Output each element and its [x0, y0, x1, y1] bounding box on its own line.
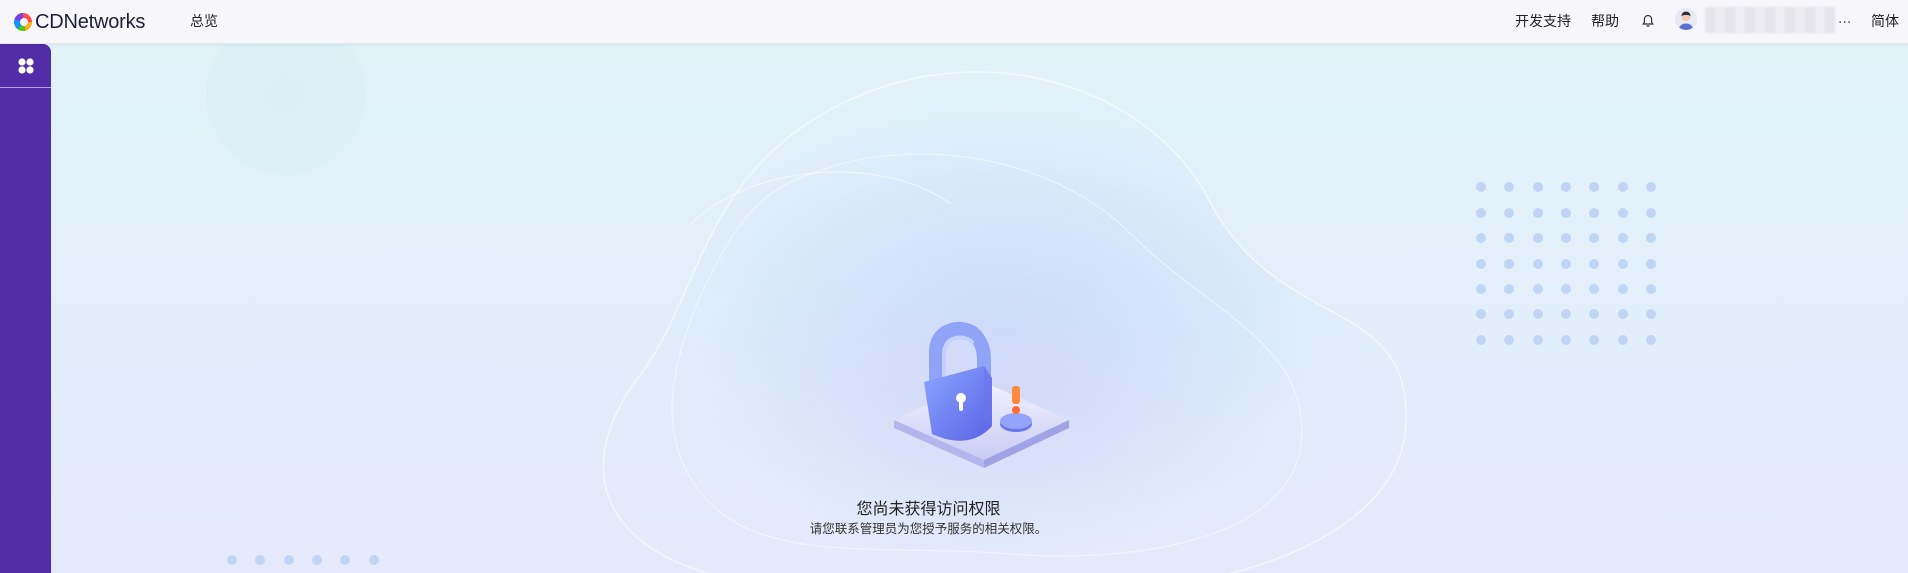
top-bar: CDNetworks 总览 开发支持 帮助 ... 简体 [0, 0, 1908, 44]
dev-support-link[interactable]: 开发支持 [1515, 11, 1571, 31]
brand-name: CDNetworks [35, 10, 146, 33]
main-content: 您尚未获得访问权限 请您联系管理员为您授予服务的相关权限。 [51, 44, 1908, 573]
sidebar [0, 44, 51, 573]
nav-overview[interactable]: 总览 [190, 11, 218, 31]
brand-logo[interactable]: CDNetworks [14, 9, 145, 35]
grid-four-icon [17, 57, 34, 74]
bell-icon[interactable] [1641, 13, 1655, 27]
cdnetworks-logo-icon [14, 13, 32, 31]
username-redacted[interactable] [1705, 7, 1835, 33]
help-link[interactable]: 帮助 [1591, 11, 1619, 31]
language-switch[interactable]: 简体 [1871, 11, 1899, 31]
products-menu-button[interactable] [0, 44, 51, 88]
username-ellipsis: ... [1838, 11, 1852, 27]
no-permission-title: 您尚未获得访问权限 [856, 499, 1001, 518]
no-permission-subtitle: 请您联系管理员为您授予服务的相关权限。 [809, 521, 1048, 536]
user-avatar[interactable] [1675, 8, 1697, 30]
